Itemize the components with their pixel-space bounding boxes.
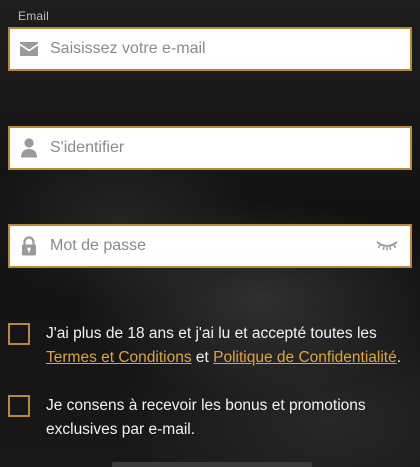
eye-closed-icon[interactable] (374, 236, 400, 256)
privacy-link[interactable]: Politique de Confidentialité (213, 349, 397, 366)
password-field-container[interactable] (8, 224, 412, 268)
age-consent-row: J'ai plus de 18 ans et j'ai lu et accept… (8, 322, 412, 370)
email-label: Email (18, 9, 50, 23)
lock-icon (18, 235, 40, 257)
age-consent-checkbox[interactable] (8, 323, 30, 345)
bonus-consent-checkbox[interactable] (8, 395, 30, 417)
bonus-consent-row: Je consens à recevoir les bonus et promo… (8, 394, 412, 442)
email-input[interactable] (50, 29, 410, 69)
age-consent-text-after: . (396, 349, 402, 366)
bottom-button-edge[interactable] (112, 462, 312, 467)
age-consent-connector: et (195, 349, 209, 366)
email-field-container[interactable] (8, 27, 412, 71)
username-input[interactable] (50, 128, 410, 168)
envelope-icon (18, 38, 40, 60)
username-field-container[interactable] (8, 126, 412, 170)
terms-link[interactable]: Termes et Conditions (46, 349, 192, 366)
bonus-consent-text: Je consens à recevoir les bonus et promo… (46, 397, 366, 438)
age-consent-text: J'ai plus de 18 ans et j'ai lu et accept… (46, 322, 401, 370)
password-input[interactable] (50, 226, 374, 266)
age-consent-text-before: J'ai plus de 18 ans et j'ai lu et accept… (46, 325, 377, 342)
user-icon (18, 137, 40, 159)
